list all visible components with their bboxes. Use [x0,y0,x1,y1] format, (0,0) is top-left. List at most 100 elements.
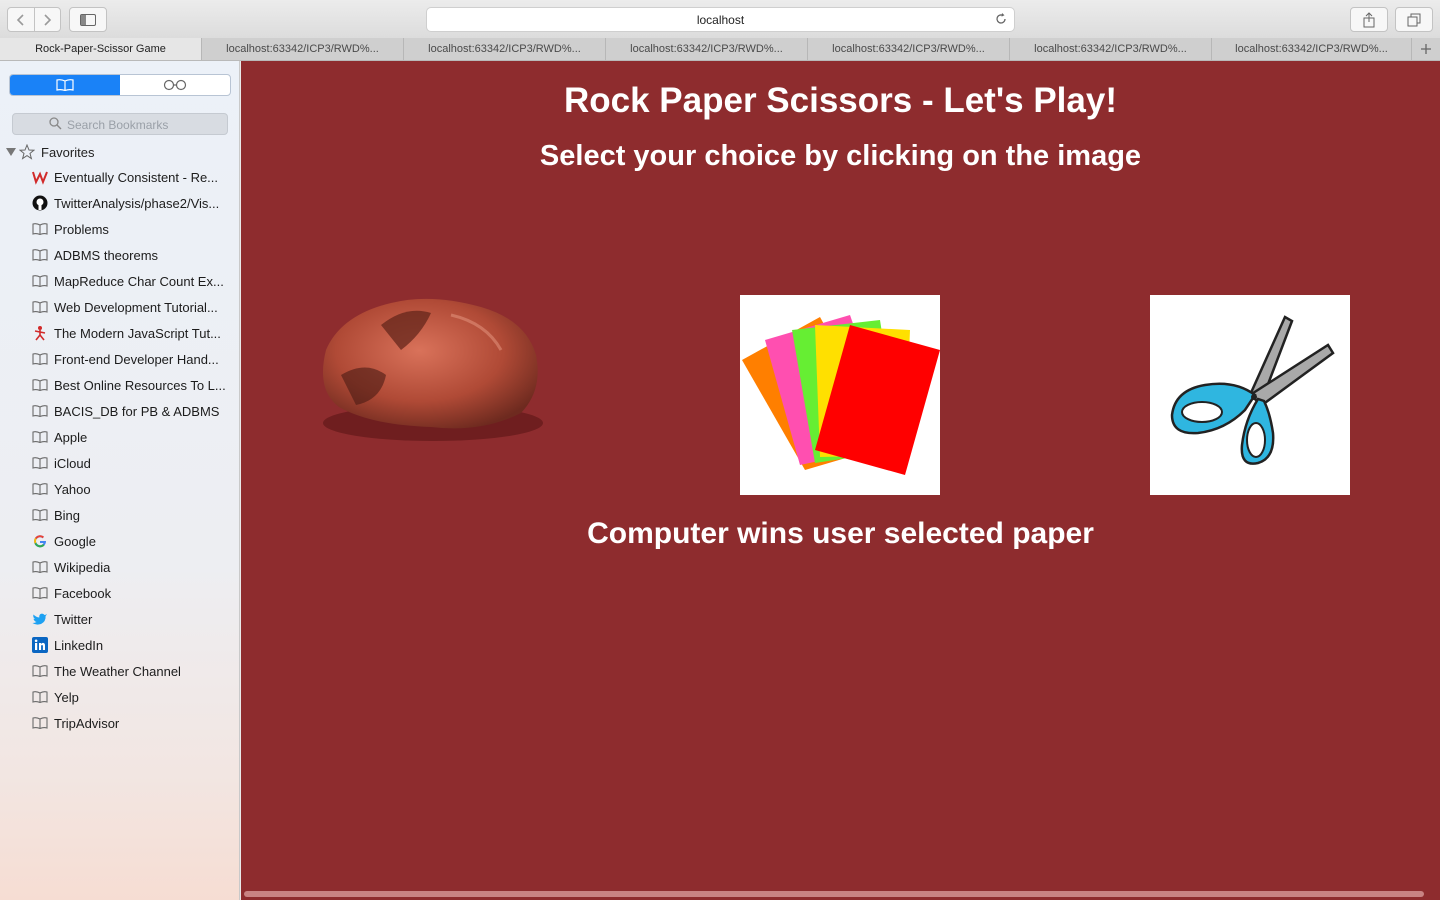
scissors-choice-image[interactable] [1150,295,1350,495]
book-icon [32,455,48,471]
disclosure-triangle-icon [6,148,16,156]
address-bar[interactable]: localhost [426,7,1015,32]
back-button[interactable] [8,8,35,31]
scissors-icon [1170,315,1335,465]
horizontal-scrollbar[interactable] [244,891,1424,897]
bookmark-label: Google [54,533,96,549]
chevron-left-icon [16,13,24,26]
bookmark-label: TwitterAnalysis/phase2/Vis... [54,195,220,211]
bookmarks-tab-button[interactable] [10,75,120,95]
rock-icon [322,298,543,441]
bookmark-label: Bing [54,507,81,523]
tab-localhost-4[interactable]: localhost:63342/ICP3/RWD%... [808,38,1010,60]
book-icon [32,247,48,263]
tab-localhost-6[interactable]: localhost:63342/ICP3/RWD%... [1212,38,1412,60]
bookmarks-sidebar: Search Bookmarks Favorites Eventually Co… [0,61,240,900]
bookmark-item[interactable]: Bing [32,502,232,528]
bookmark-list: Eventually Consistent - Re... TwitterAnal… [32,164,232,736]
bookmark-item[interactable]: iCloud [32,450,232,476]
search-bookmarks-input[interactable]: Search Bookmarks [12,113,228,135]
tab-localhost-1[interactable]: localhost:63342/ICP3/RWD%... [202,38,404,60]
share-button[interactable] [1350,7,1388,32]
bookmark-label: Front-end Developer Hand... [54,351,219,367]
tab-localhost-2[interactable]: localhost:63342/ICP3/RWD%... [404,38,606,60]
book-icon [32,481,48,497]
twitter-icon [32,611,48,627]
paper-choice-image[interactable] [740,295,940,495]
page-title: Rock Paper Scissors - Let's Play! [563,81,1117,120]
favorites-folder[interactable]: Favorites [6,143,94,161]
bookmark-item[interactable]: TwitterAnalysis/phase2/Vis... [32,190,232,216]
bookmark-item[interactable]: Front-end Developer Hand... [32,346,232,372]
bookmark-item[interactable]: Facebook [32,580,232,606]
reading-list-tab-button[interactable] [120,75,230,95]
book-icon [32,689,48,705]
plus-icon [1421,44,1431,54]
bookmark-item[interactable]: LinkedIn [32,632,232,658]
bookmark-item[interactable]: Twitter [32,606,232,632]
bookmark-item[interactable]: Wikipedia [32,554,232,580]
bookmark-label: Eventually Consistent - Re... [54,169,219,185]
tab-bar: Rock-Paper-Scissor Game localhost:63342/… [0,38,1440,61]
bookmark-item[interactable]: Apple [32,424,232,450]
bookmark-item[interactable]: Yelp [32,684,232,710]
share-icon [1363,11,1375,27]
search-placeholder: Search Bookmarks [67,118,169,132]
bookmark-item[interactable]: Problems [32,216,232,242]
book-icon [32,429,48,445]
bookmark-label: MapReduce Char Count Ex... [54,273,224,289]
book-icon [32,663,48,679]
new-tab-button[interactable] [1412,38,1440,60]
book-icon [32,377,48,393]
bookmark-item[interactable]: Google [32,528,232,554]
bookmark-item[interactable]: ADBMS theorems [32,242,232,268]
bookmark-item[interactable]: Eventually Consistent - Re... [32,164,232,190]
tabs-icon [1407,13,1421,26]
bookmark-label: Apple [54,429,88,445]
book-icon [32,585,48,601]
sidebar-segmented-control [9,74,231,96]
bookmark-item[interactable]: TripAdvisor [32,710,232,736]
bookmark-label: TripAdvisor [54,715,120,731]
bookmark-item[interactable]: BACIS_DB for PB & ADBMS [32,398,232,424]
bookmark-item[interactable]: The Weather Channel [32,658,232,684]
bookmark-label: ADBMS theorems [54,247,159,263]
sidebar-icon [80,13,96,26]
tabs-overview-button[interactable] [1395,7,1433,32]
chevron-right-icon [44,13,52,26]
search-icon [49,117,62,130]
bookmark-item[interactable]: Best Online Resources To L... [32,372,232,398]
bookmark-item[interactable]: The Modern JavaScript Tut... [32,320,232,346]
bookmark-label: Wikipedia [54,559,111,575]
book-icon [56,79,74,91]
book-icon [32,715,48,731]
bookmark-label: Web Development Tutorial... [54,299,218,315]
google-icon [32,533,48,549]
book-icon [32,559,48,575]
book-icon [32,299,48,315]
bookmark-item[interactable]: Web Development Tutorial... [32,294,232,320]
sidebar-toggle-button[interactable] [69,7,107,32]
forward-button[interactable] [35,8,61,31]
book-icon [32,507,48,523]
bookmark-label: Best Online Resources To L... [54,377,226,393]
bookmark-label: Yelp [54,689,79,705]
rock-choice-image[interactable] [311,295,543,495]
bookmark-label: The Weather Channel [54,663,181,679]
bookmark-item[interactable]: MapReduce Char Count Ex... [32,268,232,294]
game-page: Rock Paper Scissors - Let's Play! Select… [241,61,1440,900]
glasses-icon [163,79,187,91]
github-icon [32,195,48,211]
book-icon [32,273,48,289]
bookmark-item[interactable]: Yahoo [32,476,232,502]
tab-localhost-3[interactable]: localhost:63342/ICP3/RWD%... [606,38,808,60]
bookmark-label: iCloud [54,455,91,471]
bookmark-label: Twitter [54,611,93,627]
tab-localhost-5[interactable]: localhost:63342/ICP3/RWD%... [1010,38,1212,60]
bookmark-label: Problems [54,221,109,237]
bookmark-label: BACIS_DB for PB & ADBMS [54,403,220,419]
tab-rock-paper-scissor[interactable]: Rock-Paper-Scissor Game [0,38,202,60]
w-logo-icon [32,169,48,185]
bookmark-label: The Modern JavaScript Tut... [54,325,221,341]
reload-icon[interactable] [994,12,1008,26]
